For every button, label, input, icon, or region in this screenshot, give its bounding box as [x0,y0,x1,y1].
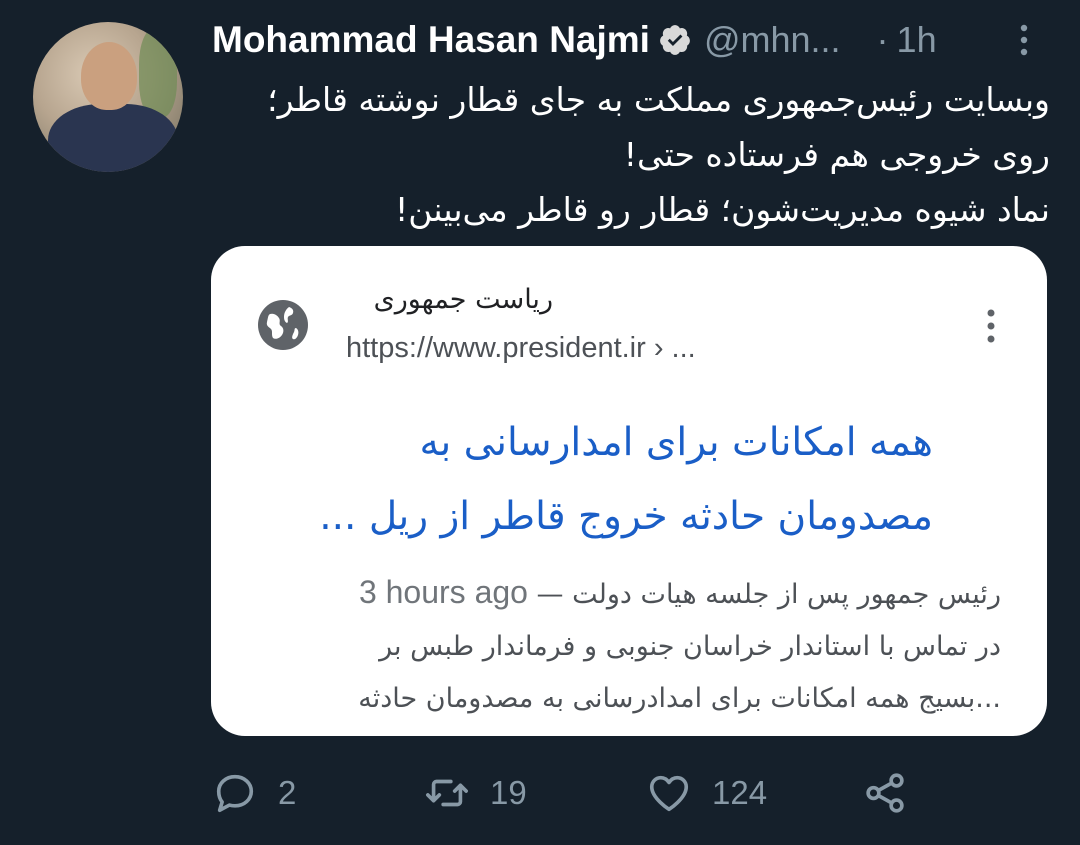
like-button[interactable]: 124 [646,768,767,818]
site-url: https://www.president.ir › ... [346,332,696,364]
retweet-button[interactable]: 19 [424,768,527,818]
result-more-icon [987,309,995,343]
like-count: 124 [712,774,768,811]
site-name: ریاست جمهوری [373,284,553,315]
reply-icon [216,774,254,813]
attached-screenshot-card[interactable]: ریاست جمهوری https://www.president.ir › … [211,246,1047,736]
result-title-line: مصدومان حادثه خروج قاطر از ریل ... [319,494,933,539]
share-button[interactable] [862,768,908,818]
snippet-line: ...بسیج همه امکانات برای امدادرسانی به م… [358,683,1001,714]
retweet-count: 19 [490,774,527,811]
avatar[interactable] [33,22,183,172]
result-title: همه امکانات برای امدارسانی به مصدومان حا… [243,406,933,554]
heart-icon [649,775,689,812]
tweet-text-line: روی خروجی هم فرستاده حتی! [623,135,1050,174]
reply-count: 2 [278,774,297,811]
more-options-icon[interactable] [1012,22,1036,58]
author-handle[interactable]: @mhn... [704,19,841,61]
tweet-text-line: وبسایت رئیس‌جمهوری مملکت به جای قطار نوش… [267,80,1050,119]
tweet-text: وبسایت رئیس‌جمهوری مملکت به جای قطار نوش… [212,72,1050,237]
result-title-line: همه امکانات برای امدارسانی به [419,420,934,465]
reply-button[interactable]: 2 [212,768,296,818]
snippet-line: در تماس با استاندار خراسان جنوبی و فرمان… [379,631,1001,662]
header-separator: · [876,19,889,60]
share-icon [866,773,904,813]
tweet: Mohammad Hasan Najmi @mhn... · 1h وبسایت… [0,0,1080,845]
avatar-head [81,42,137,110]
retweet-icon [426,779,468,807]
snippet-age: 3 hours ago [358,574,528,610]
tweet-text-line: نماد شیوه مدیریت‌شون؛ قطار رو قاطر می‌بی… [395,190,1050,229]
tweet-actions: 2 19 124 [212,768,932,818]
snippet-dash: — [536,579,564,610]
snippet-first-line: 3 hours ago — رئیس جمهور پس از جلسه هیات… [251,566,1001,621]
author-name[interactable]: Mohammad Hasan Najmi [212,19,650,61]
tweet-time[interactable]: 1h [897,19,937,61]
snippet-first-text: رئیس جمهور پس از جلسه هیات دولت [572,579,1001,610]
result-snippet: 3 hours ago — رئیس جمهور پس از جلسه هیات… [251,566,1001,725]
avatar-body [48,104,178,172]
tweet-header: Mohammad Hasan Najmi @mhn... · 1h [212,16,937,64]
avatar-plant [139,28,177,118]
verified-badge-icon [660,25,690,55]
globe-icon [258,300,308,350]
